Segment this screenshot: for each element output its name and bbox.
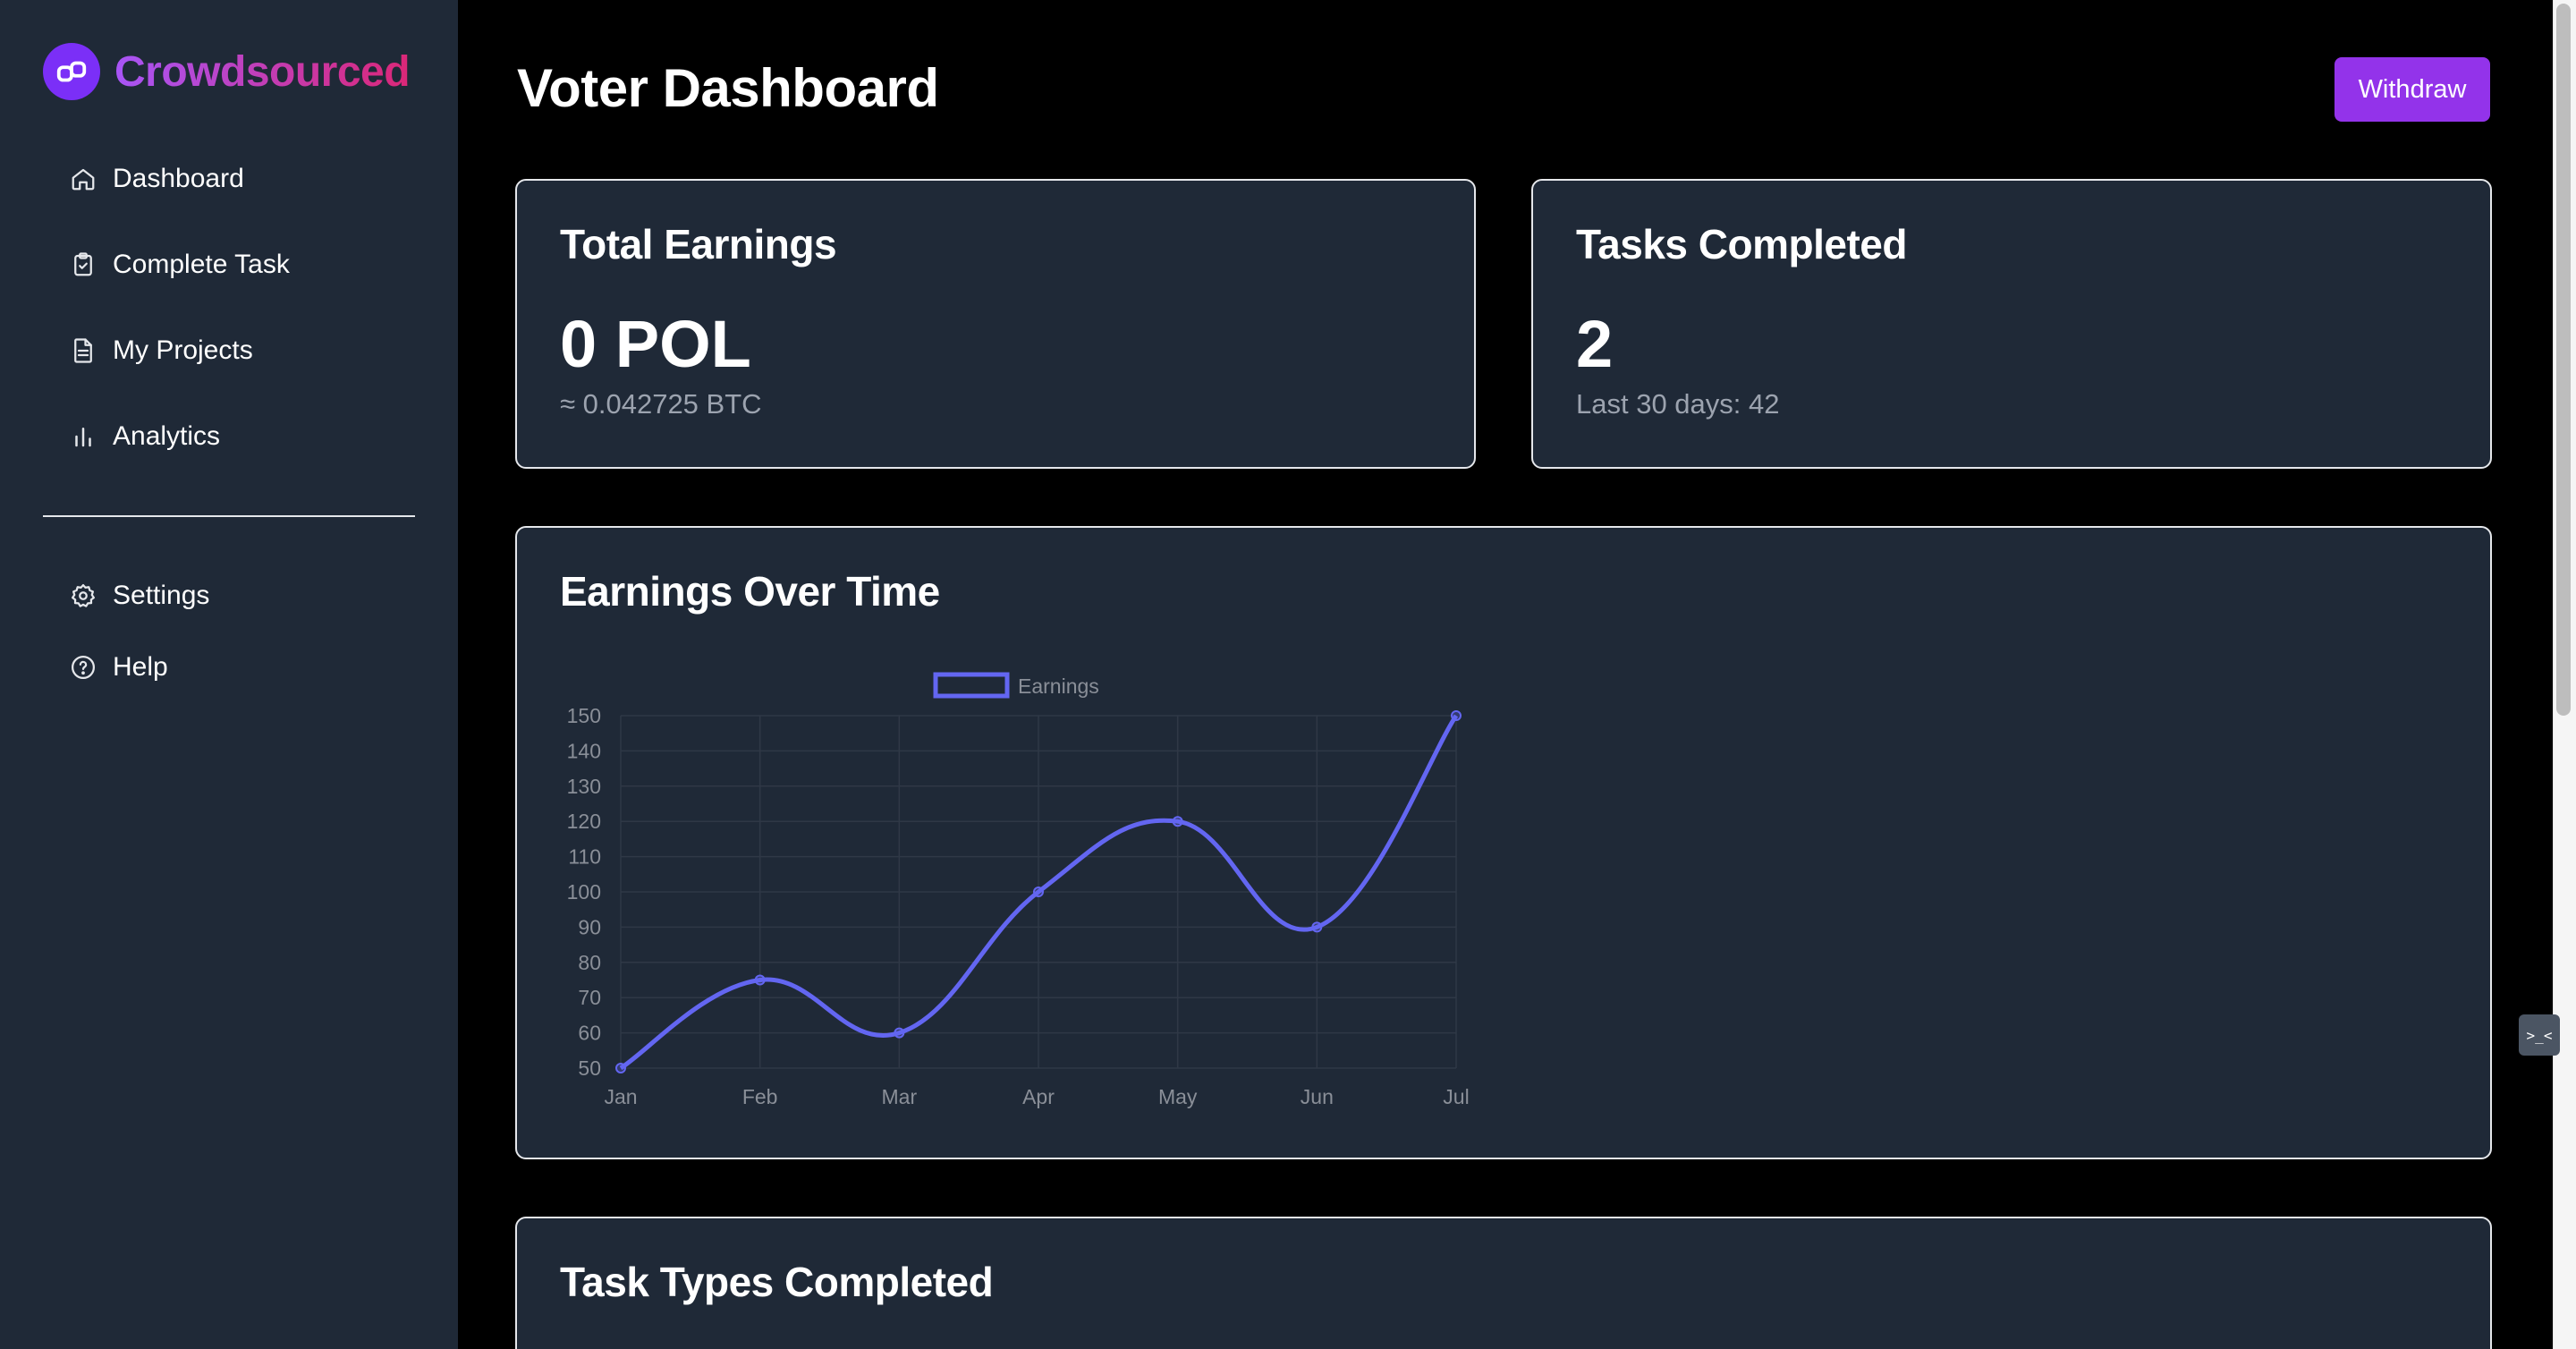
y-tick-label: 130 [567, 775, 601, 798]
task-types-card: Task Types Completed [515, 1217, 2492, 1349]
link-icon [43, 43, 100, 100]
brand-name: Crowdsourced [114, 47, 411, 96]
earnings-data-point [615, 1063, 626, 1073]
sidebar-item-help[interactable]: Help [70, 642, 410, 692]
sidebar-item-complete-task[interactable]: Complete Task [70, 240, 410, 290]
gear-icon [72, 584, 95, 607]
sidebar-item-settings[interactable]: Settings [70, 571, 410, 621]
dev-tools-tab[interactable]: >_< [2519, 1014, 2560, 1056]
total-earnings-card: Total Earnings 0 POL ≈ 0.042725 BTC [515, 179, 1476, 469]
earnings-data-point [1172, 816, 1183, 827]
x-tick-label: Jun [1301, 1085, 1334, 1108]
x-tick-label: Jan [604, 1085, 637, 1108]
dev-tools-label: >_< [2526, 1026, 2553, 1044]
sidebar-secondary-nav: Settings Help [70, 571, 410, 714]
y-tick-label: 80 [578, 951, 601, 974]
brand[interactable]: Crowdsourced [43, 43, 411, 100]
card-title: Total Earnings [560, 221, 837, 267]
y-tick-label: 100 [567, 880, 601, 904]
tasks-completed-card: Tasks Completed 2 Last 30 days: 42 [1531, 179, 2492, 469]
x-tick-label: Apr [1022, 1085, 1055, 1108]
x-tick-label: May [1158, 1085, 1198, 1108]
legend-swatch [933, 672, 1010, 699]
y-tick-label: 140 [567, 739, 601, 762]
page-title: Voter Dashboard [517, 58, 939, 118]
card-title: Tasks Completed [1576, 221, 1907, 267]
earnings-chart-card: Earnings Over Time 50 60 70 80 90 100 110 120 13… [515, 526, 2492, 1159]
sidebar-item-label: Dashboard [113, 164, 244, 193]
sidebar-item-label: Analytics [113, 421, 221, 451]
sidebar-item-label: Help [113, 652, 168, 682]
bar-chart-icon [75, 428, 91, 447]
tasks-last-30-days: Last 30 days: 42 [1576, 388, 1780, 420]
y-tick-label: 90 [578, 915, 601, 938]
sidebar-divider [43, 515, 415, 517]
x-tick-label: Mar [882, 1085, 918, 1108]
sidebar: Crowdsourced Dashboard Complete Task My … [0, 0, 458, 1349]
earnings-data-point [1311, 921, 1323, 933]
scrollbar-thumb[interactable] [2556, 4, 2571, 716]
y-tick-label: 60 [578, 1022, 601, 1045]
y-tick-label: 150 [567, 704, 601, 727]
x-tick-label: Jul [1443, 1085, 1469, 1108]
card-title: Task Types Completed [560, 1259, 994, 1305]
y-tick-label: 70 [578, 986, 601, 1009]
clipboard-icon [74, 252, 92, 276]
home-icon [72, 168, 95, 191]
y-tick-label: 50 [578, 1056, 601, 1080]
x-tick-label: Feb [742, 1085, 778, 1108]
earnings-data-point [754, 974, 766, 986]
y-tick-label: 110 [568, 845, 601, 869]
sidebar-item-dashboard[interactable]: Dashboard [70, 154, 410, 204]
sidebar-item-my-projects[interactable]: My Projects [70, 326, 410, 376]
tasks-value: 2 [1576, 307, 1614, 381]
earnings-btc-value: ≈ 0.042725 BTC [560, 388, 762, 420]
earnings-data-point [1451, 710, 1462, 721]
y-tick-label: 120 [567, 810, 601, 833]
help-circle-icon [72, 656, 95, 679]
earnings-data-point [894, 1027, 905, 1039]
earnings-line-chart: 50 60 70 80 90 100 110 120 130 140 150 Jan Feb Mar Apr… [567, 672, 1470, 1108]
sidebar-item-label: Complete Task [113, 250, 290, 279]
sidebar-item-analytics[interactable]: Analytics [70, 411, 410, 462]
sidebar-nav: Dashboard Complete Task My Projects Anal… [70, 154, 410, 497]
earnings-data-point [1033, 887, 1044, 897]
legend-label: Earnings [1018, 674, 1099, 698]
sidebar-item-label: Settings [113, 581, 210, 610]
earnings-value: 0 POL [560, 307, 751, 381]
withdraw-button[interactable]: Withdraw [2334, 57, 2490, 122]
sidebar-item-label: My Projects [113, 335, 253, 365]
document-icon [74, 338, 92, 363]
